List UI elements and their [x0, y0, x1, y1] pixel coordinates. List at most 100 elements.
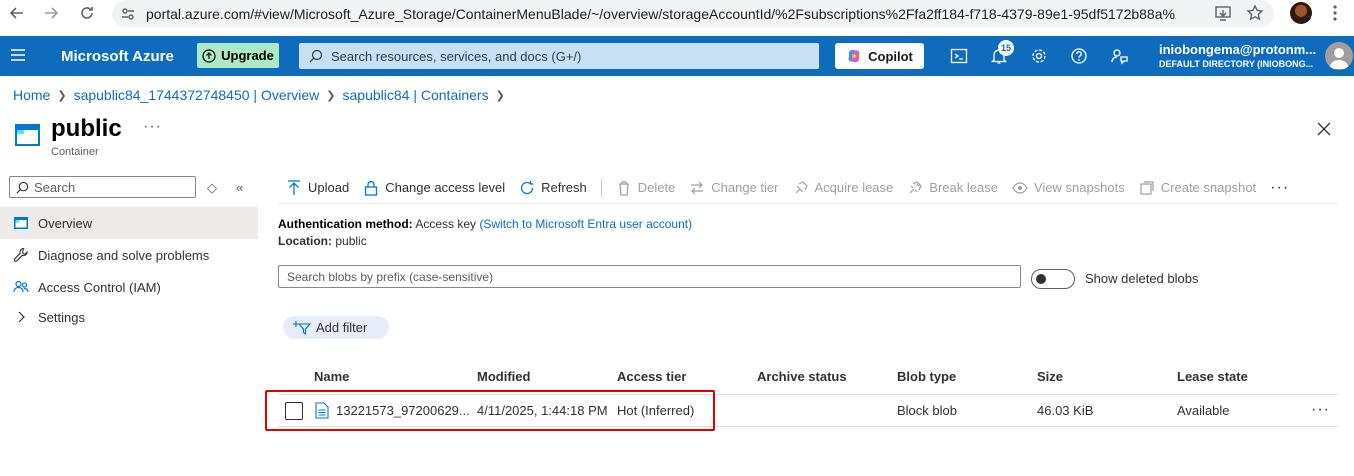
switch-auth-link[interactable]: (Switch to Microsoft Entra user account) — [479, 217, 692, 231]
address-bar[interactable]: portal.azure.com/#view/Microsoft_Azure_S… — [112, 0, 1274, 27]
upload-icon — [288, 179, 300, 195]
overview-icon — [14, 217, 28, 229]
change-tier-label: Change tier — [711, 180, 779, 195]
break-lease-button[interactable]: Break lease — [907, 180, 998, 196]
column-header-modified[interactable]: Modified — [477, 369, 530, 384]
column-header-name[interactable]: Name — [314, 369, 349, 384]
blob-name[interactable]: 13221573_97200629... — [336, 403, 470, 418]
cloud-shell-icon[interactable] — [950, 47, 968, 65]
breadcrumb-storage-overview[interactable]: sapublic84_1744372748450 | Overview — [74, 87, 320, 103]
blob-search-placeholder: Search blobs by prefix (case-sensitive) — [287, 269, 494, 284]
refresh-label: Refresh — [541, 180, 587, 195]
delete-button[interactable]: Delete — [616, 180, 676, 196]
toggle-knob — [1036, 274, 1046, 284]
search-icon — [309, 49, 323, 63]
acquire-lease-button[interactable]: Acquire lease — [793, 180, 893, 196]
table-row-divider — [278, 426, 1338, 427]
row-more-options[interactable]: ··· — [1311, 401, 1330, 419]
column-header-size[interactable]: Size — [1037, 369, 1063, 384]
global-search-input[interactable]: Search resources, services, and docs (G+… — [299, 43, 819, 69]
title-more-options[interactable]: ··· — [143, 118, 162, 136]
account-menu[interactable]: iniobongema@protonm... DEFAULT DIRECTORY… — [1159, 42, 1323, 69]
close-icon[interactable] — [1316, 121, 1332, 137]
change-tier-button[interactable]: Change tier — [689, 180, 779, 196]
container-icon — [15, 124, 40, 146]
column-header-blob-type[interactable]: Blob type — [897, 369, 956, 384]
upgrade-button[interactable]: Upgrade — [197, 43, 279, 68]
sidebar-item-settings[interactable]: Settings — [0, 301, 258, 333]
chevron-right-icon: ❯ — [57, 89, 67, 102]
upgrade-arrow-icon — [202, 48, 216, 63]
column-header-lease-state[interactable]: Lease state — [1177, 369, 1248, 384]
add-filter-button[interactable]: Add filter — [283, 316, 389, 339]
row-select-checkbox[interactable] — [285, 402, 303, 420]
search-icon — [16, 181, 29, 193]
upload-label: Upload — [308, 180, 350, 195]
sidebar-collapse-icon[interactable]: ◇ — [207, 180, 217, 196]
people-icon — [13, 280, 29, 293]
column-header-access-tier[interactable]: Access tier — [617, 369, 686, 384]
upload-button[interactable]: Upload — [286, 179, 350, 196]
sidebar-item-label: Overview — [38, 215, 93, 231]
location-value: public — [335, 234, 367, 248]
add-filter-icon — [293, 320, 311, 335]
command-bar: Upload Change access level Refresh Delet… — [278, 172, 1338, 204]
add-filter-label: Add filter — [316, 320, 368, 335]
create-snapshot-label: Create snapshot — [1160, 180, 1257, 195]
sidebar-search-placeholder: Search — [34, 179, 76, 195]
settings-gear-icon[interactable] — [1030, 47, 1048, 65]
sidebar-search-input[interactable]: Search — [9, 176, 196, 198]
show-deleted-blobs-toggle[interactable] — [1031, 269, 1075, 289]
sidebar-item-iam[interactable]: Access Control (IAM) — [0, 271, 258, 303]
toolbar-more-button[interactable]: ··· — [1270, 179, 1289, 197]
url-text[interactable]: portal.azure.com/#view/Microsoft_Azure_S… — [146, 6, 1176, 22]
trash-icon — [618, 180, 629, 196]
bookmark-star-icon[interactable] — [1246, 4, 1264, 25]
sidebar-item-diagnose[interactable]: Diagnose and solve problems — [0, 239, 258, 271]
copilot-icon — [848, 49, 860, 63]
breadcrumb-containers[interactable]: sapublic84 | Containers — [343, 87, 489, 103]
install-app-icon[interactable] — [1214, 4, 1232, 25]
change-access-level-button[interactable]: Change access level — [363, 180, 505, 196]
broken-link-icon — [909, 180, 923, 193]
feedback-icon[interactable] — [1110, 47, 1128, 65]
azure-top-bar: Microsoft Azure Upgrade Search resources… — [0, 36, 1354, 76]
chevron-right-icon: ❯ — [495, 89, 505, 102]
view-snapshots-label: View snapshots — [1033, 180, 1125, 195]
avatar[interactable] — [1325, 42, 1353, 70]
breadcrumb: Home ❯ sapublic84_1744372748450 | Overvi… — [13, 87, 505, 103]
sidebar-item-label: Access Control (IAM) — [38, 279, 161, 295]
blob-access-tier: Hot (Inferred) — [617, 403, 695, 418]
create-snapshot-button[interactable]: Create snapshot — [1139, 180, 1256, 196]
lock-icon — [365, 180, 378, 196]
reload-icon[interactable] — [76, 2, 98, 24]
link-icon — [795, 180, 808, 193]
brand-title[interactable]: Microsoft Azure — [61, 48, 174, 65]
notifications-count-badge: 15 — [998, 40, 1014, 56]
blob-modified: 4/11/2025, 1:44:18 PM — [477, 403, 608, 418]
browser-profile-avatar[interactable] — [1290, 2, 1312, 24]
breadcrumb-home[interactable]: Home — [13, 87, 50, 103]
sidebar-item-overview[interactable]: Overview — [0, 207, 258, 239]
browser-menu-icon[interactable] — [1332, 4, 1338, 25]
help-question-icon[interactable] — [1070, 47, 1088, 65]
authentication-method: Authentication method: Access key (Switc… — [278, 217, 692, 231]
double-chevron-left-icon[interactable]: « — [236, 180, 243, 195]
forward-arrow-icon[interactable] — [40, 2, 62, 24]
view-snapshots-button[interactable]: View snapshots — [1012, 180, 1125, 196]
location-label: Location: — [278, 234, 332, 248]
page-title: public — [51, 115, 122, 142]
swap-arrows-icon — [691, 181, 704, 194]
toolbar-divider — [600, 178, 602, 197]
blob-prefix-search-input[interactable]: Search blobs by prefix (case-sensitive) — [278, 265, 1021, 288]
site-info-icon[interactable] — [120, 6, 136, 22]
back-arrow-icon[interactable] — [6, 2, 28, 24]
delete-label: Delete — [637, 180, 676, 195]
user-name: iniobongema@protonm... — [1159, 42, 1317, 57]
copilot-button[interactable]: Copilot — [835, 43, 924, 69]
refresh-icon — [521, 180, 534, 194]
auth-method-value: Access key — [415, 217, 477, 231]
refresh-button[interactable]: Refresh — [519, 180, 587, 196]
column-header-archive-status[interactable]: Archive status — [757, 369, 847, 384]
portal-menu-icon[interactable] — [10, 48, 26, 65]
